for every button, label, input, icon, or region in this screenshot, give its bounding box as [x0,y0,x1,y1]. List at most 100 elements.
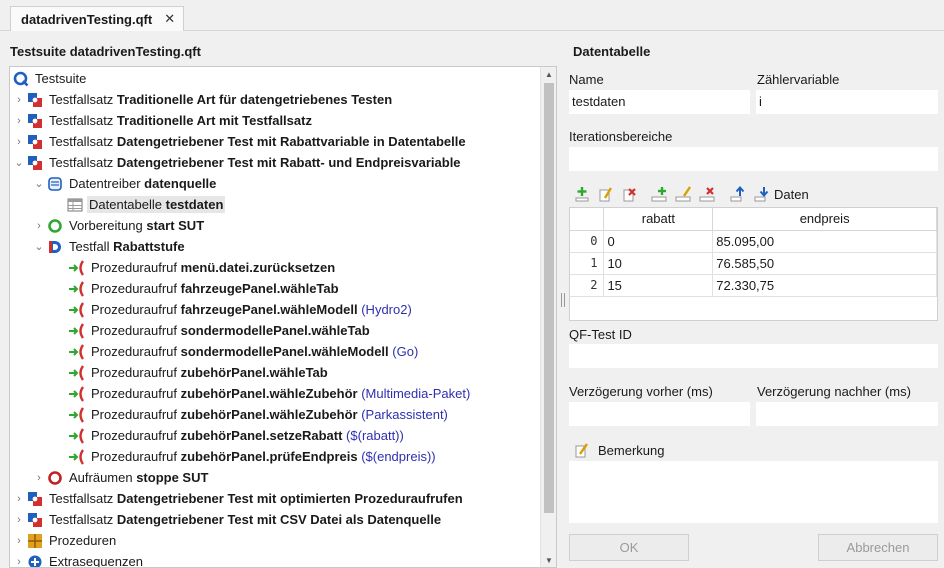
qftest-id-field[interactable] [569,344,938,368]
tree-item-prozeduraufruf[interactable]: Prozeduraufruf menü.datei.zurücksetzen [10,257,540,278]
chevron-right-icon[interactable]: › [32,215,46,236]
close-icon[interactable]: ✕ [164,11,175,27]
tree-item-testfallsatz[interactable]: › Testfallsatz Datengetriebener Test mit… [10,488,540,509]
scroll-up-icon[interactable]: ▲ [541,67,556,81]
tree-label: Prozeduraufruf fahrzeugePanel.wähleTab [91,281,339,296]
row-index: 0 [570,230,605,253]
tree-item-prozeduraufruf[interactable]: Prozeduraufruf zubehörPanel.wähleZubehör… [10,404,540,425]
add-column-icon[interactable] [650,184,670,204]
tree-label: Prozeduraufruf sondermodellePanel.wähleM… [91,344,419,359]
procedure-call-icon [68,364,86,382]
table-cell[interactable]: 0 [603,230,714,253]
tree-item-datentreiber[interactable]: ⌄ Datentreiber datenquelle [10,173,540,194]
tree-item-vorbereitung[interactable]: › Vorbereitung start SUT [10,215,540,236]
ok-button[interactable]: OK [569,534,689,561]
iteration-ranges-field[interactable] [569,147,938,171]
tree-label: Prozeduraufruf zubehörPanel.prüfeEndprei… [91,449,436,464]
counter-variable-label: Zählervariable [757,72,840,87]
cleanup-circle-icon [46,469,64,487]
chevron-down-icon[interactable]: ⌄ [12,152,26,173]
counter-variable-field[interactable]: i [756,90,938,114]
delay-after-label: Verzögerung nachher (ms) [757,384,911,399]
testfallsatz-icon [26,112,44,130]
table-cell[interactable]: 85.095,00 [712,230,937,253]
tree-item-testfallsatz[interactable]: › Testfallsatz Datengetriebener Test mit… [10,131,540,152]
data-toolbar: Daten [572,183,809,205]
name-field[interactable]: testdaten [569,90,750,114]
tree-item-prozeduraufruf[interactable]: Prozeduraufruf zubehörPanel.setzeRabatt … [10,425,540,446]
tree-scrollbar[interactable]: ▲ ▼ [540,67,556,567]
setup-circle-icon [46,217,64,235]
tree-item-prozeduraufruf[interactable]: Prozeduraufruf zubehörPanel.wähleTab [10,362,540,383]
chevron-right-icon[interactable]: › [12,551,26,568]
table-header-endpreis[interactable]: endpreis [712,208,937,231]
procedures-icon [26,532,44,550]
comment-field[interactable] [569,461,938,523]
testfallsatz-icon [26,490,44,508]
tree-item-testfallsatz-expanded[interactable]: ⌄ Testfallsatz Datengetriebener Test mit… [10,152,540,173]
delay-before-field[interactable] [569,402,750,426]
chevron-right-icon[interactable]: › [32,467,46,488]
tree-item-aufraeumen[interactable]: › Aufräumen stoppe SUT [10,467,540,488]
tab-title: datadrivenTesting.qft [21,11,153,27]
data-table[interactable]: rabatt endpreis 0 0 85.095,00 1 10 76.58… [569,207,938,321]
table-row[interactable]: 1 10 76.585,50 [570,252,937,275]
tree-item-prozeduraufruf[interactable]: Prozeduraufruf zubehörPanel.prüfeEndprei… [10,446,540,467]
chevron-right-icon[interactable]: › [12,110,26,131]
chevron-right-icon[interactable]: › [12,89,26,110]
tree-item-prozeduren[interactable]: › Prozeduren [10,530,540,551]
chevron-right-icon[interactable]: › [12,509,26,530]
chevron-down-icon[interactable]: ⌄ [32,173,46,194]
chevron-right-icon[interactable]: › [12,488,26,509]
tree-item-prozeduraufruf[interactable]: Prozeduraufruf zubehörPanel.wähleZubehör… [10,383,540,404]
add-row-icon[interactable] [572,184,592,204]
tree-item-prozeduraufruf[interactable]: Prozeduraufruf fahrzeugePanel.wähleTab [10,278,540,299]
cancel-button[interactable]: Abbrechen [818,534,938,561]
tree-item-prozeduraufruf[interactable]: Prozeduraufruf sondermodellePanel.wähleM… [10,341,540,362]
comment-label: Bemerkung [598,442,665,458]
tree-item-prozeduraufruf[interactable]: Prozeduraufruf fahrzeugePanel.wähleModel… [10,299,540,320]
tree-label: Prozeduraufruf zubehörPanel.setzeRabatt … [91,428,404,443]
tree-item-datentabelle[interactable]: Datentabelle testdaten [10,194,540,215]
tree-item-extrasequenzen[interactable]: › Extrasequenzen [10,551,540,567]
delete-row-icon[interactable] [620,184,640,204]
table-cell[interactable]: 72.330,75 [712,274,937,297]
tree-label: Testsuite [35,71,87,86]
tree-label: Testfallsatz Traditionelle Art für daten… [49,92,393,107]
edit-column-icon[interactable] [674,184,694,204]
qftest-id-label: QF-Test ID [569,327,632,342]
move-up-icon[interactable] [728,184,748,204]
edit-row-icon[interactable] [596,184,616,204]
procedure-call-icon [68,280,86,298]
tree-item-testfallsatz[interactable]: › Testfallsatz Traditionelle Art für dat… [10,89,540,110]
tree-item-testfallsatz[interactable]: › Testfallsatz Datengetriebener Test mit… [10,509,540,530]
scrollbar-thumb[interactable] [544,83,554,513]
chevron-right-icon[interactable]: › [12,530,26,551]
move-down-icon[interactable] [752,184,772,204]
table-row[interactable]: 0 0 85.095,00 [570,230,937,253]
pane-splitter[interactable] [561,293,565,307]
testfallsatz-icon [26,511,44,529]
table-header-rabatt[interactable]: rabatt [603,208,714,231]
datentreiber-icon [46,175,64,193]
table-row[interactable]: 2 15 72.330,75 [570,274,937,297]
tree-label: Testfallsatz Datengetriebener Test mit R… [49,134,466,149]
tree-label: Datentabelle testdaten [87,196,226,213]
tree-item-testfall[interactable]: ⌄ Testfall Rabattstufe [10,236,540,257]
table-cell[interactable]: 76.585,50 [712,252,937,275]
tree-item-testsuite[interactable]: Testsuite [10,68,540,89]
chevron-down-icon[interactable]: ⌄ [32,236,46,257]
procedure-call-icon [68,385,86,403]
tab-datadriventesting[interactable]: datadrivenTesting.qft ✕ [10,6,185,31]
delete-column-icon[interactable] [698,184,718,204]
comment-header: Bemerkung [573,441,664,459]
delay-after-field[interactable] [756,402,938,426]
tree-label: Prozeduraufruf sondermodellePanel.wähleT… [91,323,370,338]
table-cell[interactable]: 10 [603,252,714,275]
chevron-right-icon[interactable]: › [12,131,26,152]
table-cell[interactable]: 15 [603,274,714,297]
procedure-call-icon [68,259,86,277]
scroll-down-icon[interactable]: ▼ [541,553,556,567]
tree-item-prozeduraufruf[interactable]: Prozeduraufruf sondermodellePanel.wähleT… [10,320,540,341]
tree-item-testfallsatz[interactable]: › Testfallsatz Traditionelle Art mit Tes… [10,110,540,131]
